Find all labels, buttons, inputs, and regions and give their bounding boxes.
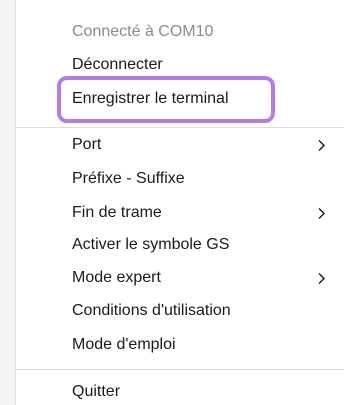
port-label: Port: [72, 136, 102, 153]
disconnect-label: Déconnecter: [72, 56, 163, 73]
menu-item-prefix-suffix[interactable]: Préfixe - Suffixe: [16, 163, 344, 195]
menu-item-save-terminal[interactable]: Enregistrer le terminal: [16, 83, 344, 115]
menu-item-terms[interactable]: Conditions d'utilisation: [16, 295, 344, 327]
menu-item-port[interactable]: Port: [16, 129, 344, 161]
menu-item-frame-end[interactable]: Fin de trame: [16, 197, 344, 229]
menu-item-connection-status: Connecté à COM10: [16, 16, 344, 48]
menu-separator: [16, 127, 344, 128]
menu-item-disconnect[interactable]: Déconnecter: [16, 49, 344, 81]
prefix-suffix-label: Préfixe - Suffixe: [72, 170, 185, 187]
menu-item-manual[interactable]: Mode d'emploi: [16, 329, 344, 361]
chevron-right-icon: [314, 262, 328, 294]
expert-mode-label: Mode expert: [72, 269, 161, 286]
context-menu: Connecté à COM10 Déconnecter Enregistrer…: [16, 0, 344, 405]
manual-label: Mode d'emploi: [72, 336, 176, 353]
chevron-right-icon: [314, 129, 328, 161]
quit-label: Quitter: [72, 383, 121, 400]
gs-symbol-label: Activer le symbole GS: [72, 236, 230, 253]
chevron-right-icon: [314, 197, 328, 229]
terms-label: Conditions d'utilisation: [72, 302, 231, 319]
menu-item-gs-symbol[interactable]: Activer le symbole GS: [16, 229, 344, 261]
menu-separator: [16, 369, 344, 370]
frame-end-label: Fin de trame: [72, 204, 162, 221]
menu-item-quit[interactable]: Quitter: [16, 376, 344, 405]
save-terminal-label: Enregistrer le terminal: [72, 90, 229, 107]
window-left-edge: [0, 0, 16, 405]
connection-status-label: Connecté à COM10: [72, 23, 214, 40]
menu-item-expert-mode[interactable]: Mode expert: [16, 262, 344, 294]
